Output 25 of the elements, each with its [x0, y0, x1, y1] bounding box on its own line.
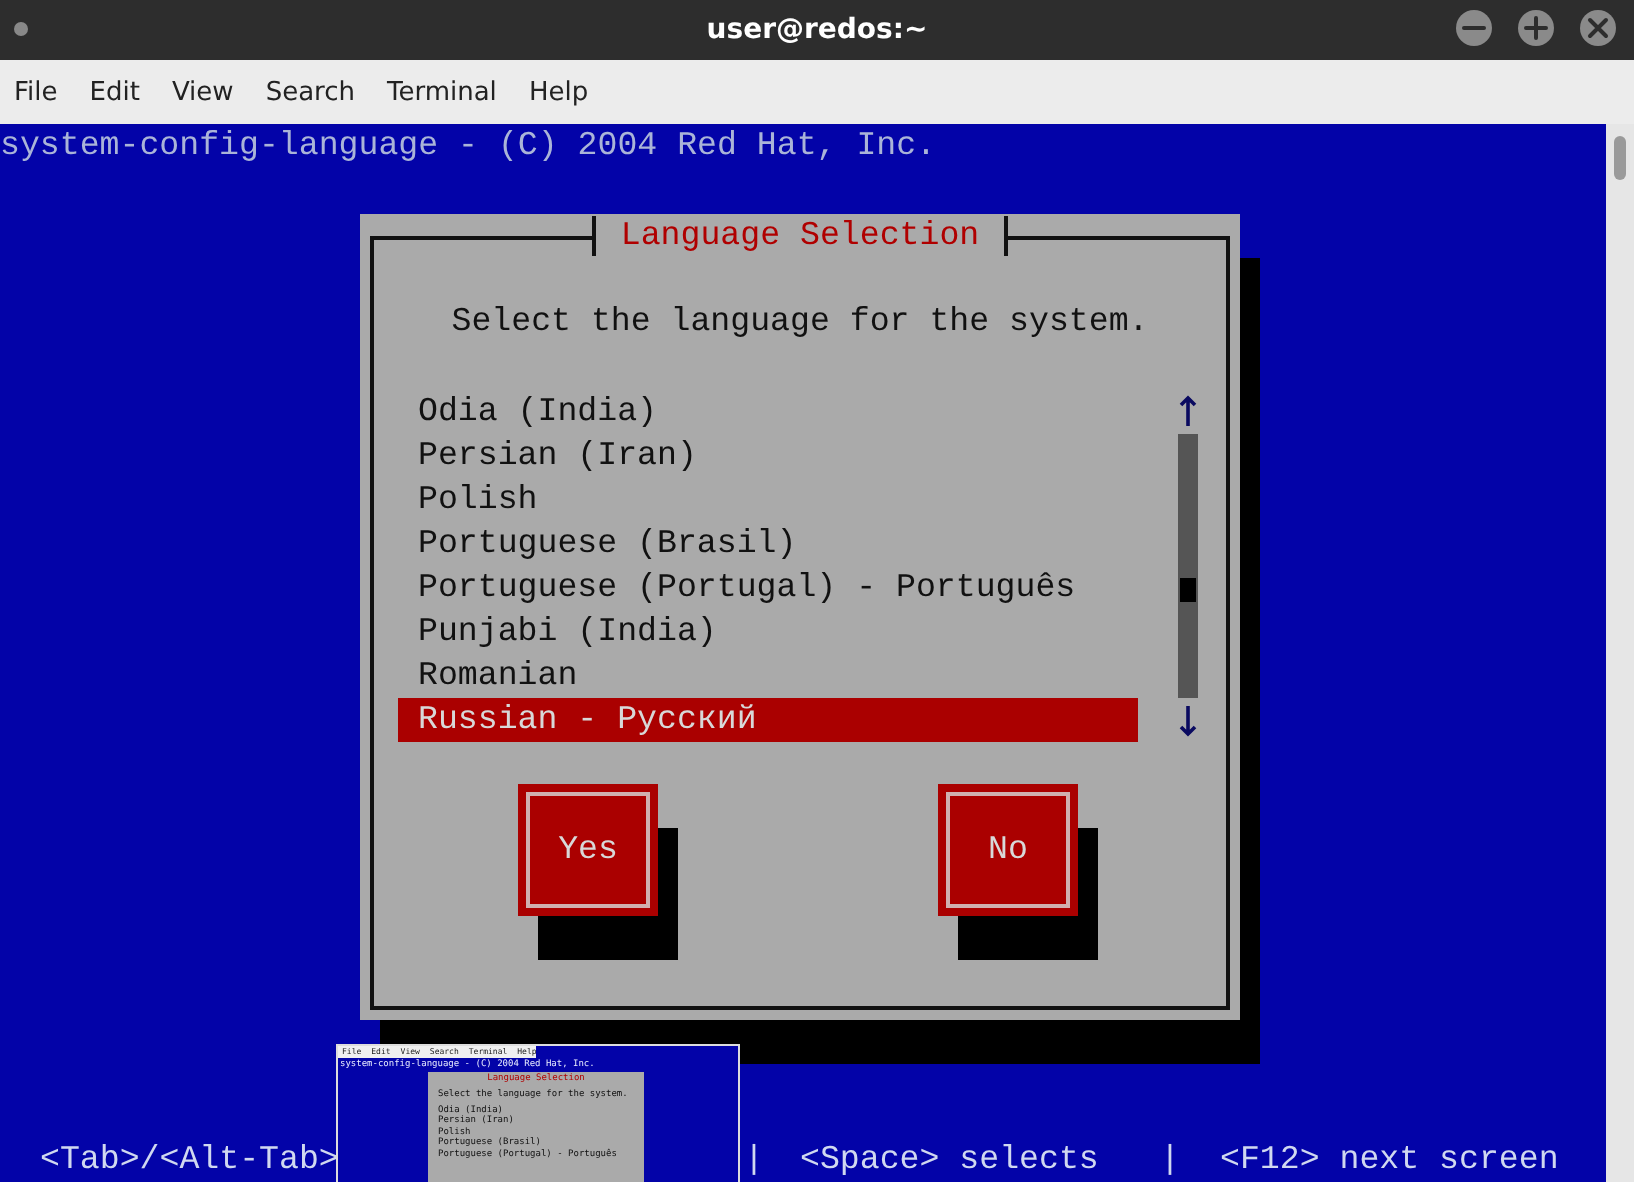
language-item[interactable]: Persian (Iran) [398, 434, 1138, 478]
language-item[interactable]: Romanian [398, 654, 1138, 698]
dialog-button[interactable]: No [938, 784, 1078, 916]
language-item[interactable]: Odia (India) [398, 390, 1138, 434]
dialog-prompt: Select the language for the system. [451, 300, 1149, 344]
menu-item[interactable]: Edit [81, 77, 156, 107]
dialog-title: Language Selection [592, 216, 1008, 256]
language-item[interactable]: Punjabi (India) [398, 610, 1138, 654]
header-line: system-config-language - (C) 2004 Red Hat, Inc. [0, 124, 939, 168]
menu-item[interactable]: Search [257, 77, 371, 107]
key-hint: <Tab>/<Alt-Tab> [40, 1138, 339, 1182]
menu-item[interactable]: View [163, 77, 250, 107]
dialog-button[interactable]: Yes [518, 784, 658, 916]
language-item[interactable]: Portuguese (Brasil) [398, 522, 1138, 566]
key-hint: <Space> selects [800, 1138, 1099, 1182]
menu-item[interactable]: Help [520, 77, 605, 107]
menu-item[interactable]: File [6, 77, 74, 107]
language-item[interactable]: Russian - Русский [398, 698, 1138, 742]
window-title: user@redos:~ [706, 14, 928, 46]
key-hint: <F12> next screen [1220, 1138, 1559, 1182]
separator-text: | [1160, 1138, 1180, 1182]
language-item[interactable]: Portuguese (Portugal) - Português [398, 566, 1138, 610]
separator-text: | [744, 1138, 764, 1182]
language-item[interactable]: Polish [398, 478, 1138, 522]
menu-item[interactable]: Terminal [378, 77, 513, 107]
